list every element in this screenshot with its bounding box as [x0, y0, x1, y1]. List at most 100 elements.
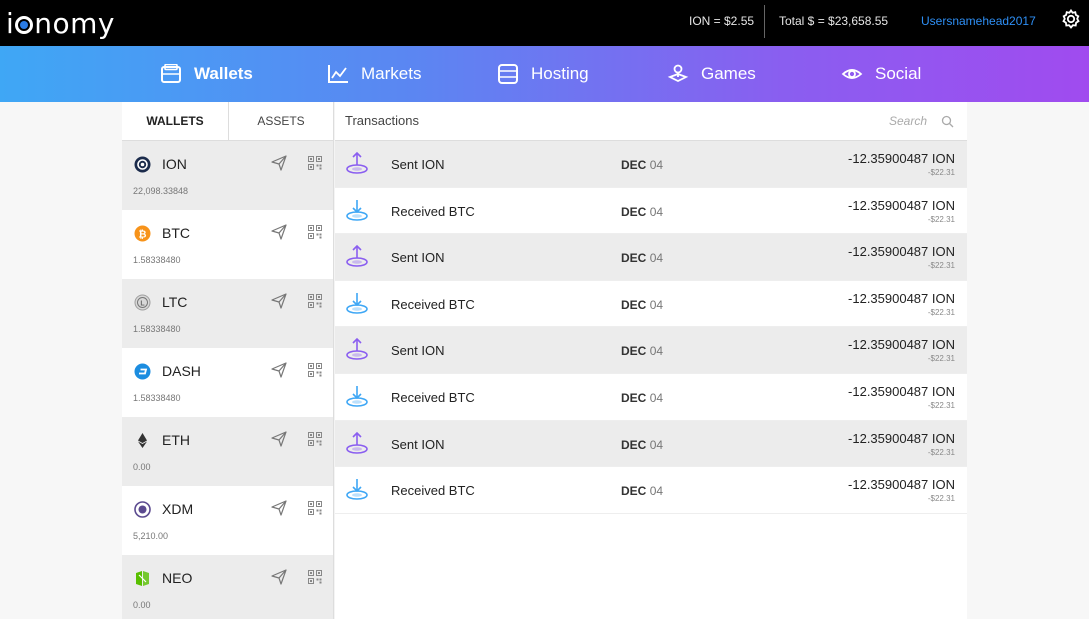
wallet-item-neo[interactable]: NEO 0.00: [122, 555, 333, 619]
transaction-label: Sent ION: [391, 250, 445, 266]
svg-text:₿: ₿: [138, 228, 146, 240]
nav-games[interactable]: Games: [667, 46, 756, 102]
right-margin: [967, 102, 1089, 619]
total-balance: Total $ = $23,658.55: [779, 14, 889, 28]
transaction-amount: -12.35900487 ION: [848, 383, 955, 399]
wallet-balance: 5,210.00: [133, 531, 169, 541]
search-icon[interactable]: [941, 115, 954, 128]
nav-wallets[interactable]: Wallets: [160, 46, 253, 102]
search-input[interactable]: [755, 110, 957, 132]
ltc-coin-icon: L: [134, 294, 151, 311]
chart-icon: [328, 65, 348, 83]
btc-coin-icon: ₿: [134, 225, 151, 242]
transaction-label: Received BTC: [391, 483, 475, 499]
eth-coin-icon: [134, 432, 151, 449]
send-icon[interactable]: [271, 431, 287, 447]
wallet-item-btc[interactable]: ₿ BTC 1.58338480: [122, 210, 333, 279]
qr-code-icon[interactable]: [308, 225, 322, 239]
transaction-amount: -12.35900487 ION: [848, 430, 955, 446]
qr-code-icon[interactable]: [308, 294, 322, 308]
transaction-row[interactable]: Received BTC DEC 04 -12.35900487 ION -$22.3…: [335, 374, 967, 421]
transaction-month: DEC: [621, 437, 647, 452]
qr-code-icon[interactable]: [308, 432, 322, 446]
transaction-row[interactable]: Received BTC DEC 04 -12.35900487 ION -$22.3…: [335, 188, 967, 235]
transaction-row[interactable]: Sent ION DEC 04 -12.35900487 ION -$22.31: [335, 141, 967, 188]
wallet-balance: 0.00: [133, 600, 151, 610]
transactions-header: Transactions: [335, 102, 967, 141]
transaction-month: DEC: [621, 390, 647, 405]
send-icon[interactable]: [271, 569, 287, 585]
wallet-item-xdm[interactable]: XDM 5,210.00: [122, 486, 333, 555]
tab-assets[interactable]: ASSETS: [229, 102, 333, 140]
wallet-balance: 22,098.33848: [133, 186, 189, 196]
ion-coin-icon: [134, 156, 151, 173]
qr-code-icon[interactable]: [308, 570, 322, 584]
send-icon[interactable]: [271, 224, 287, 240]
nav-label: Games: [701, 64, 756, 83]
transaction-month: DEC: [621, 204, 647, 219]
nav-social[interactable]: Social: [841, 46, 921, 102]
wallet-name: ETH: [162, 432, 190, 448]
transaction-month: DEC: [621, 297, 647, 312]
ionomy-logo[interactable]: i nomy: [6, 3, 115, 43]
server-icon: [498, 64, 518, 84]
wallet-tabs: WALLETS ASSETS: [122, 102, 333, 141]
transaction-row[interactable]: Sent ION DEC 04 -12.35900487 ION -$22.31: [335, 420, 967, 468]
transaction-row[interactable]: Sent ION DEC 04 -12.35900487 ION -$22.31: [335, 327, 967, 374]
tab-wallets[interactable]: WALLETS: [122, 102, 229, 140]
transaction-label: Sent ION: [391, 436, 445, 452]
qr-code-icon[interactable]: [308, 501, 322, 515]
transaction-date: DEC 04: [621, 298, 663, 312]
username-link[interactable]: Usersnamehead2017: [921, 14, 1036, 28]
transaction-date: DEC 04: [621, 158, 663, 172]
transaction-label: Sent ION: [391, 157, 445, 172]
left-margin: [0, 102, 122, 619]
wallet-balance: 1.58338480: [133, 324, 181, 334]
qr-code-icon[interactable]: [308, 156, 322, 170]
transaction-month: DEC: [621, 344, 647, 359]
received-icon: [345, 477, 369, 501]
transaction-usd: -$22.31: [927, 354, 955, 364]
transaction-day: 04: [649, 251, 664, 266]
transaction-month: DEC: [621, 158, 647, 172]
transaction-label: Received BTC: [391, 389, 475, 405]
received-icon: [345, 384, 369, 408]
wallet-name: XDM: [162, 501, 194, 517]
transaction-usd: -$22.31: [927, 494, 955, 504]
nav-markets[interactable]: Markets: [327, 46, 421, 102]
send-icon[interactable]: [271, 293, 287, 309]
transaction-date: DEC 04: [621, 344, 663, 358]
nav-hosting[interactable]: Hosting: [497, 46, 589, 102]
transaction-amount: -12.35900487 ION: [848, 477, 955, 493]
transaction-usd: -$22.31: [927, 261, 955, 271]
transaction-amount: -12.35900487 ION: [848, 197, 955, 213]
joystick-icon: [667, 64, 689, 83]
wallet-item-dash[interactable]: DASH 1.58338480: [122, 348, 333, 417]
gear-icon[interactable]: [1059, 8, 1083, 32]
main-nav: Wallets Markets Hosting Games Social: [0, 46, 1089, 102]
wallet-icon: [161, 64, 181, 83]
wallet-item-ion[interactable]: ION 22,098.33848: [122, 141, 333, 210]
send-icon[interactable]: [271, 500, 287, 516]
transaction-month: DEC: [621, 251, 647, 266]
wallet-item-ltc[interactable]: L LTC 1.58338480: [122, 279, 333, 348]
logo-text: i nomy: [6, 6, 116, 40]
wallet-name: ION: [162, 156, 187, 172]
transaction-label: Sent ION: [391, 343, 445, 359]
send-icon[interactable]: [271, 155, 287, 171]
transaction-usd: -$22.31: [927, 168, 955, 177]
transaction-row[interactable]: Received BTC DEC 04 -12.35900487 ION -$22.3…: [335, 467, 967, 514]
nav-label: Wallets: [194, 64, 253, 83]
wallet-name: NEO: [162, 570, 193, 586]
wallet-item-eth[interactable]: ETH 0.00: [122, 417, 333, 486]
transaction-row[interactable]: Sent ION DEC 04 -12.35900487 ION -$22.31: [335, 234, 967, 281]
qr-code-icon[interactable]: [308, 363, 322, 377]
wallet-balance: 1.58338480: [133, 393, 181, 403]
neo-coin-icon: [134, 570, 151, 587]
transaction-date: DEC 04: [621, 391, 663, 405]
transaction-row[interactable]: Received BTC DEC 04 -12.35900487 ION -$22.3…: [335, 281, 967, 328]
transaction-usd: -$22.31: [927, 447, 955, 457]
eye-icon: [841, 69, 863, 79]
nav-label: Social: [875, 64, 922, 83]
send-icon[interactable]: [271, 362, 287, 378]
